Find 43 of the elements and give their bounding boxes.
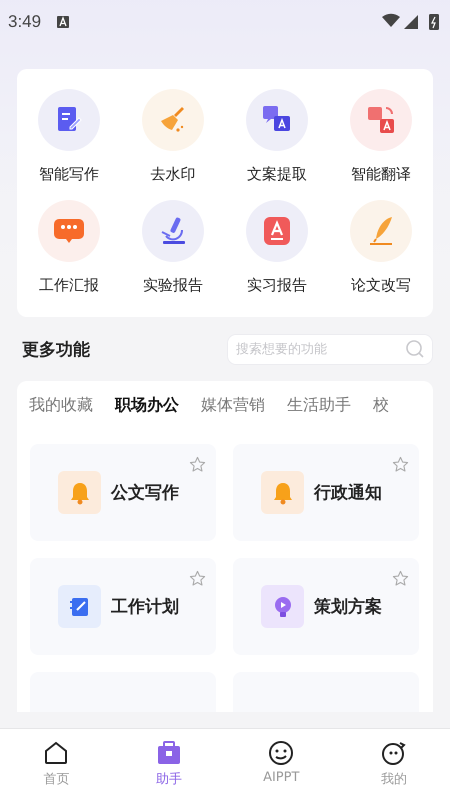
nav-label: 首页: [43, 771, 70, 788]
category-tab[interactable]: 媒体营销: [201, 395, 265, 420]
category-tab[interactable]: 生活助手: [287, 395, 351, 420]
tool-label: 论文改写: [351, 276, 411, 295]
category-tab[interactable]: 职场办公: [115, 395, 179, 420]
status-time: 3:49: [8, 12, 42, 32]
nav-tab[interactable]: 我的: [338, 729, 450, 800]
search-icon[interactable]: [405, 339, 425, 359]
nav-tab[interactable]: 助手: [112, 729, 225, 800]
tool-label: 实验报告: [143, 276, 203, 295]
smiley-icon: [268, 740, 294, 766]
toolbox-icon: [156, 740, 182, 766]
search-field[interactable]: 搜索想要的功能: [227, 334, 433, 365]
feature-title: 策划方案: [314, 596, 382, 618]
section-title: 更多功能: [22, 339, 90, 361]
nav-tab[interactable]: AIPPT: [225, 729, 338, 800]
signal-battery-icon: [382, 13, 440, 31]
home-icon: [43, 740, 70, 766]
category-tab[interactable]: 我的收藏: [29, 395, 93, 420]
nav-label: AIPPT: [263, 770, 300, 785]
tool-label: 文案提取: [247, 165, 307, 184]
feature-title: 行政通知: [314, 482, 382, 504]
star-icon[interactable]: [189, 456, 206, 473]
nav-label: 助手: [156, 771, 182, 788]
notification-icon: [57, 16, 70, 28]
feature-title: 公文写作: [111, 482, 179, 504]
star-icon[interactable]: [392, 456, 409, 473]
nav-tab[interactable]: 首页: [0, 729, 112, 800]
tool-label: 智能写作: [39, 165, 99, 184]
feature-card[interactable]: 策划方案: [233, 558, 419, 655]
feature-card[interactable]: 工作计划: [30, 558, 216, 655]
category-tab[interactable]: 校: [373, 395, 389, 420]
tool-label: 智能翻译: [351, 165, 411, 184]
nav-label: 我的: [380, 771, 407, 788]
feature-card[interactable]: 行政通知: [233, 444, 419, 541]
feature-title: 工作计划: [111, 596, 179, 618]
feature-card[interactable]: 公文写作: [30, 444, 216, 541]
face-icon: [380, 740, 407, 766]
tool-label: 实习报告: [247, 276, 307, 295]
tool-label: 去水印: [150, 165, 196, 184]
star-icon[interactable]: [392, 570, 409, 587]
star-icon[interactable]: [189, 570, 206, 587]
tool-label: 工作汇报: [39, 276, 99, 295]
